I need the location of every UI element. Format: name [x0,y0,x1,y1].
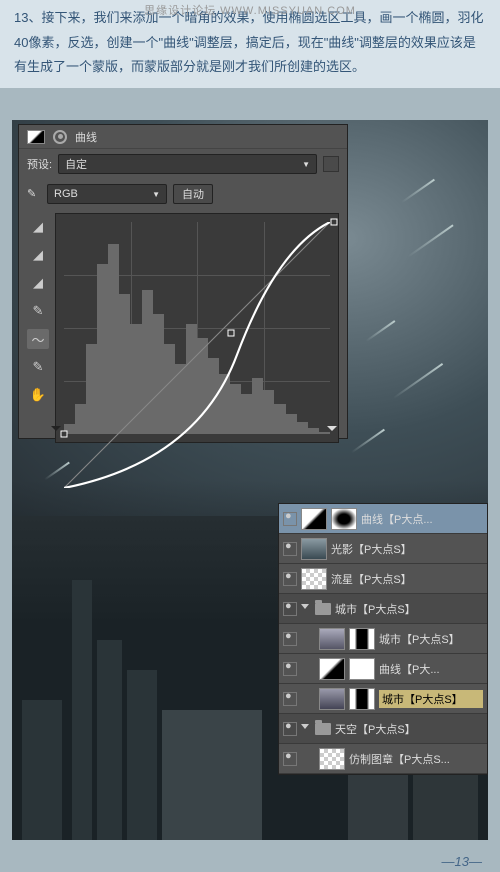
layer-name: 光影【P大点S】 [331,541,483,557]
curves-toolbar: ◢ ◢ ◢ ✎ 〜 ✎ ✋ [27,213,49,443]
layer-visibility-icon[interactable] [283,752,297,766]
layer-thumbnail[interactable] [301,508,327,530]
pencil-tool-icon[interactable]: ✎ [27,357,49,377]
layer-name: 城市【P大点S】 [335,601,483,617]
black-slider[interactable] [51,426,61,436]
page-number: —13— [442,854,482,869]
preset-dropdown[interactable]: 自定▼ [58,154,317,174]
expand-icon[interactable] [301,604,309,613]
layer-visibility-icon[interactable] [283,722,297,736]
curves-adjustment-icon [27,130,45,144]
layer-thumbnail[interactable] [301,538,327,560]
layer-name: 曲线【P大... [379,661,483,677]
watermark: 思缘设计论坛 WWW.MISSYUAN.COM [144,2,356,18]
auto-button[interactable]: 自动 [173,184,213,204]
gray-point-eyedropper-icon[interactable]: ◢ [27,245,49,265]
curve-point[interactable] [227,329,234,336]
panel-title: 曲线 [75,129,97,145]
preset-label: 预设: [27,156,52,172]
white-slider[interactable] [327,426,337,436]
layer-name: 城市【P大点S】 [379,631,483,647]
layer-mask-thumbnail[interactable] [349,688,375,710]
layer-thumbnail[interactable] [319,748,345,770]
curves-graph[interactable] [55,213,339,443]
chevron-down-icon: ▼ [152,190,160,199]
layer-visibility-icon[interactable] [283,542,297,556]
layer-visibility-icon[interactable] [283,692,297,706]
layer-name: 仿制图章【P大点S... [349,751,483,767]
layer-row[interactable]: 仿制图章【P大点S... [279,744,487,774]
curves-panel: 曲线 预设: 自定▼ ✎ RGB▼ 自动 ◢ ◢ ◢ ✎ 〜 ✎ ✋ [18,124,348,439]
layer-thumbnail[interactable] [319,688,345,710]
layer-visibility-icon[interactable] [283,572,297,586]
layers-panel: 曲线【P大点...光影【P大点S】流星【P大点S】城市【P大点S】城市【P大点S… [278,503,488,775]
layer-visibility-icon[interactable] [283,512,297,526]
channel-dropdown[interactable]: RGB▼ [47,184,167,204]
layer-mask-thumbnail[interactable] [349,658,375,680]
folder-icon [315,723,331,735]
layer-row[interactable]: 流星【P大点S】 [279,564,487,594]
curve-point[interactable] [61,431,68,438]
layer-name: 曲线【P大点... [361,511,483,527]
layer-thumbnail[interactable] [301,568,327,590]
folder-icon [315,603,331,615]
layer-row[interactable]: 天空【P大点S】 [279,714,487,744]
hand-tool-icon[interactable]: ✋ [27,385,49,405]
layer-row[interactable]: 曲线【P大... [279,654,487,684]
black-point-eyedropper-icon[interactable]: ◢ [27,217,49,237]
layer-visibility-icon[interactable] [283,602,297,616]
layer-row[interactable]: 城市【P大点S】 [279,684,487,714]
layer-name: 天空【P大点S】 [335,721,483,737]
chevron-down-icon: ▼ [302,160,310,169]
expand-icon[interactable] [301,724,309,733]
layer-row[interactable]: 城市【P大点S】 [279,594,487,624]
visibility-eye-icon[interactable] [53,130,67,144]
edit-points-icon[interactable]: ✎ [27,301,49,321]
layer-mask-thumbnail[interactable] [331,508,357,530]
curve-point[interactable] [331,219,338,226]
layer-name: 流星【P大点S】 [331,571,483,587]
layer-row[interactable]: 城市【P大点S】 [279,624,487,654]
curve-tool-icon[interactable]: 〜 [27,329,49,349]
layer-name: 城市【P大点S】 [379,690,483,708]
layer-row[interactable]: 曲线【P大点... [279,504,487,534]
layer-row[interactable]: 光影【P大点S】 [279,534,487,564]
white-point-eyedropper-icon[interactable]: ◢ [27,273,49,293]
layer-visibility-icon[interactable] [283,632,297,646]
layer-thumbnail[interactable] [319,628,345,650]
layer-visibility-icon[interactable] [283,662,297,676]
eyedropper-icon[interactable]: ✎ [27,187,41,201]
preset-menu-icon[interactable] [323,156,339,172]
layer-mask-thumbnail[interactable] [349,628,375,650]
layer-thumbnail[interactable] [319,658,345,680]
